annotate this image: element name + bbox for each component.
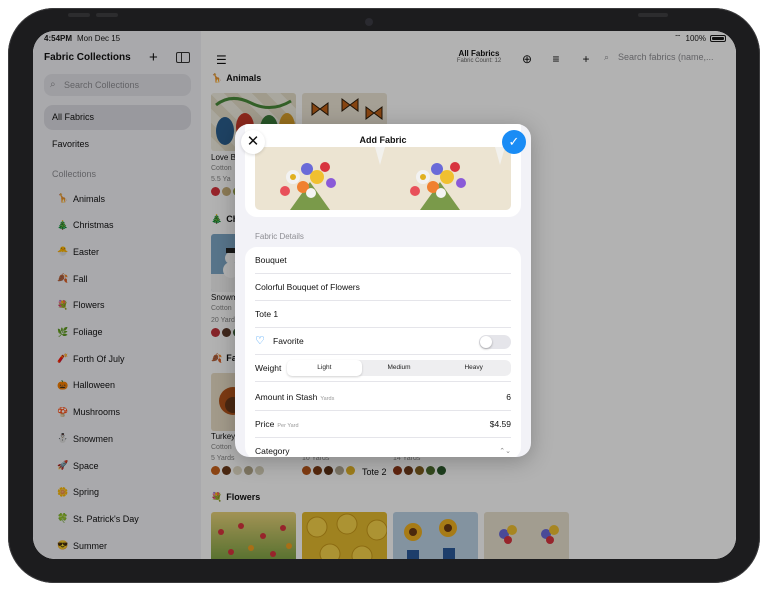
heart-icon: ♡ (255, 335, 265, 347)
stash-label: Amount in Stash (255, 392, 318, 402)
description-field[interactable]: Colorful Bouquet of Flowers (255, 274, 511, 301)
price-row[interactable]: Price Per Yard $4.59 (255, 411, 511, 438)
weight-row: Weight Light Medium Heavy (255, 355, 511, 382)
stash-value[interactable]: 6 (506, 384, 511, 411)
add-fabric-sheet: ✕ Add Fabric ✓ Fabric Details Bouquet Co… (235, 124, 531, 457)
fabric-preview-image[interactable] (255, 147, 511, 210)
volume-button (96, 13, 118, 17)
price-unit: Per Yard (277, 423, 299, 429)
category-label: Category (255, 446, 290, 456)
weight-option-light[interactable]: Light (287, 360, 362, 376)
battery-percent: 100% (685, 33, 706, 43)
stash-unit: Yards (320, 396, 335, 402)
location-field[interactable]: Tote 1 (255, 301, 511, 328)
done-button[interactable]: ✓ (502, 130, 526, 154)
weight-option-heavy[interactable]: Heavy (436, 360, 511, 376)
wifi-icon: ⌔ (674, 33, 682, 42)
weight-segmented-control: Light Medium Heavy (287, 360, 511, 376)
price-label: Price (255, 419, 275, 429)
status-bar: 4:54PM Mon Dec 15 ⌔ 100% (33, 31, 736, 45)
favorite-row: ♡ Favorite (255, 328, 511, 355)
price-value[interactable]: $4.59 (490, 411, 511, 438)
status-time: 4:54PM (44, 34, 73, 43)
battery-icon (710, 34, 726, 42)
screen: Fabric Collections + ⌕ Search Collection… (33, 31, 736, 559)
stash-row[interactable]: Amount in Stash Yards 6 (255, 384, 511, 411)
checkmark-icon: ✓ (508, 134, 520, 149)
bouquet-preview-pattern (280, 147, 505, 210)
weight-label: Weight (255, 363, 282, 373)
sheet-title: Add Fabric (359, 135, 407, 145)
power-button (638, 13, 668, 17)
category-row[interactable]: Category ⌃⌄ (255, 438, 511, 457)
weight-option-medium[interactable]: Medium (362, 360, 437, 376)
fabric-details-card: Bouquet Colorful Bouquet of Flowers Tote… (245, 247, 521, 457)
favorite-toggle[interactable] (479, 335, 511, 349)
favorite-label: Favorite (273, 336, 304, 346)
fabric-details-header: Fabric Details (255, 232, 304, 241)
camera (365, 18, 373, 26)
name-field[interactable]: Bouquet (255, 247, 511, 274)
chevron-updown-icon: ⌃⌄ (499, 448, 511, 455)
status-date: Mon Dec 15 (77, 34, 121, 43)
volume-button (68, 13, 90, 17)
